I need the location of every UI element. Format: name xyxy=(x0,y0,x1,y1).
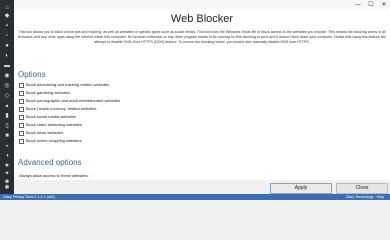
info-icon[interactable]: ◑ xyxy=(3,153,11,159)
disk-icon[interactable]: ◐ xyxy=(3,53,11,59)
checkbox[interactable] xyxy=(19,82,24,88)
lock-icon[interactable]: ● xyxy=(3,43,11,49)
status-bar: Glary Privacy Tools 1.1.0.1 (x64) Glary … xyxy=(0,194,390,200)
checkbox[interactable] xyxy=(19,106,24,112)
document-icon[interactable]: ▯ xyxy=(3,123,11,129)
eye-icon[interactable]: ◉ xyxy=(3,73,11,79)
globe-icon[interactable]: ◎ xyxy=(3,83,11,89)
gear-icon[interactable]: ✱ xyxy=(3,185,11,191)
option-label: Block advertising and tracking related w… xyxy=(26,82,110,87)
wrench-icon[interactable]: ✦ xyxy=(3,171,11,177)
options-heading: Options xyxy=(18,70,46,79)
chart-icon[interactable]: ▮ xyxy=(3,113,11,119)
cloud-icon[interactable]: ◒ xyxy=(3,143,11,149)
option-news[interactable]: Block news websites xyxy=(19,130,63,136)
title-bar: — ☐ ✕ xyxy=(14,0,390,10)
shield-icon[interactable]: ◆ xyxy=(3,13,11,19)
option-label: Block online shopping websites xyxy=(26,138,82,143)
advanced-options-heading: Advanced options xyxy=(18,158,82,167)
option-social[interactable]: Block social media websites xyxy=(19,114,76,120)
option-label: Block social media websites xyxy=(26,114,76,119)
status-right: Glary Technology · Help xyxy=(345,195,384,199)
option-made-currency[interactable]: Block ('made-currency' related websites xyxy=(19,106,96,112)
checkbox[interactable] xyxy=(19,90,24,96)
sidebar: ⌂ ◆ ▪ ▫ ● ◐ ▬ ◉ ◎ ◇ ▴ ▮ ▯ ■ ◒ ◑ ★ ✦ ☻ ✱ xyxy=(0,0,14,200)
checkbox[interactable] xyxy=(19,122,24,128)
option-label: Block news websites xyxy=(26,130,63,135)
home-icon[interactable]: ⌂ xyxy=(3,5,11,11)
folder-icon[interactable]: ▬ xyxy=(3,63,11,69)
option-video[interactable]: Block video streaming websites xyxy=(19,122,82,128)
advanced-options-text: Always allow access to these websites: xyxy=(19,173,89,178)
grid-icon[interactable]: ▪ xyxy=(3,23,11,29)
apply-button[interactable]: Apply xyxy=(270,183,332,194)
box-icon[interactable]: ■ xyxy=(3,133,11,139)
description-text: This tool allows you to block online ads… xyxy=(18,30,386,44)
users-icon[interactable]: ▴ xyxy=(3,103,11,109)
checkbox[interactable] xyxy=(19,130,24,136)
maximize-icon[interactable]: ☐ xyxy=(365,0,377,10)
close-icon[interactable]: ✕ xyxy=(378,0,390,10)
option-label: Block ('made-currency' related websites xyxy=(26,106,97,111)
star-icon[interactable]: ★ xyxy=(3,163,11,169)
option-label: Block video streaming websites xyxy=(26,122,82,127)
option-gambling[interactable]: Block gambling websites xyxy=(19,90,70,96)
bottom-bar xyxy=(14,180,390,194)
option-adult[interactable]: Block pornographic and adult entertainme… xyxy=(19,98,120,104)
option-shopping[interactable]: Block online shopping websites xyxy=(19,138,82,144)
close-button[interactable]: Close xyxy=(336,183,388,194)
option-ads[interactable]: Block advertising and tracking related w… xyxy=(19,82,109,88)
page-title: Web Blocker xyxy=(170,13,234,25)
settings-icon[interactable]: ◇ xyxy=(3,93,11,99)
option-label: Block gambling websites xyxy=(26,90,70,95)
minimize-icon[interactable]: — xyxy=(352,0,364,10)
main-content: Web Blocker This tool allows you to bloc… xyxy=(14,10,390,180)
trash-icon[interactable]: ▫ xyxy=(3,33,11,39)
checkbox[interactable] xyxy=(19,98,24,104)
option-label: Block pornographic and adult entertainme… xyxy=(26,98,121,103)
checkbox[interactable] xyxy=(19,114,24,120)
status-left: Glary Privacy Tools 1.1.0.1 (x64) xyxy=(3,195,55,199)
checkbox[interactable] xyxy=(19,138,24,144)
